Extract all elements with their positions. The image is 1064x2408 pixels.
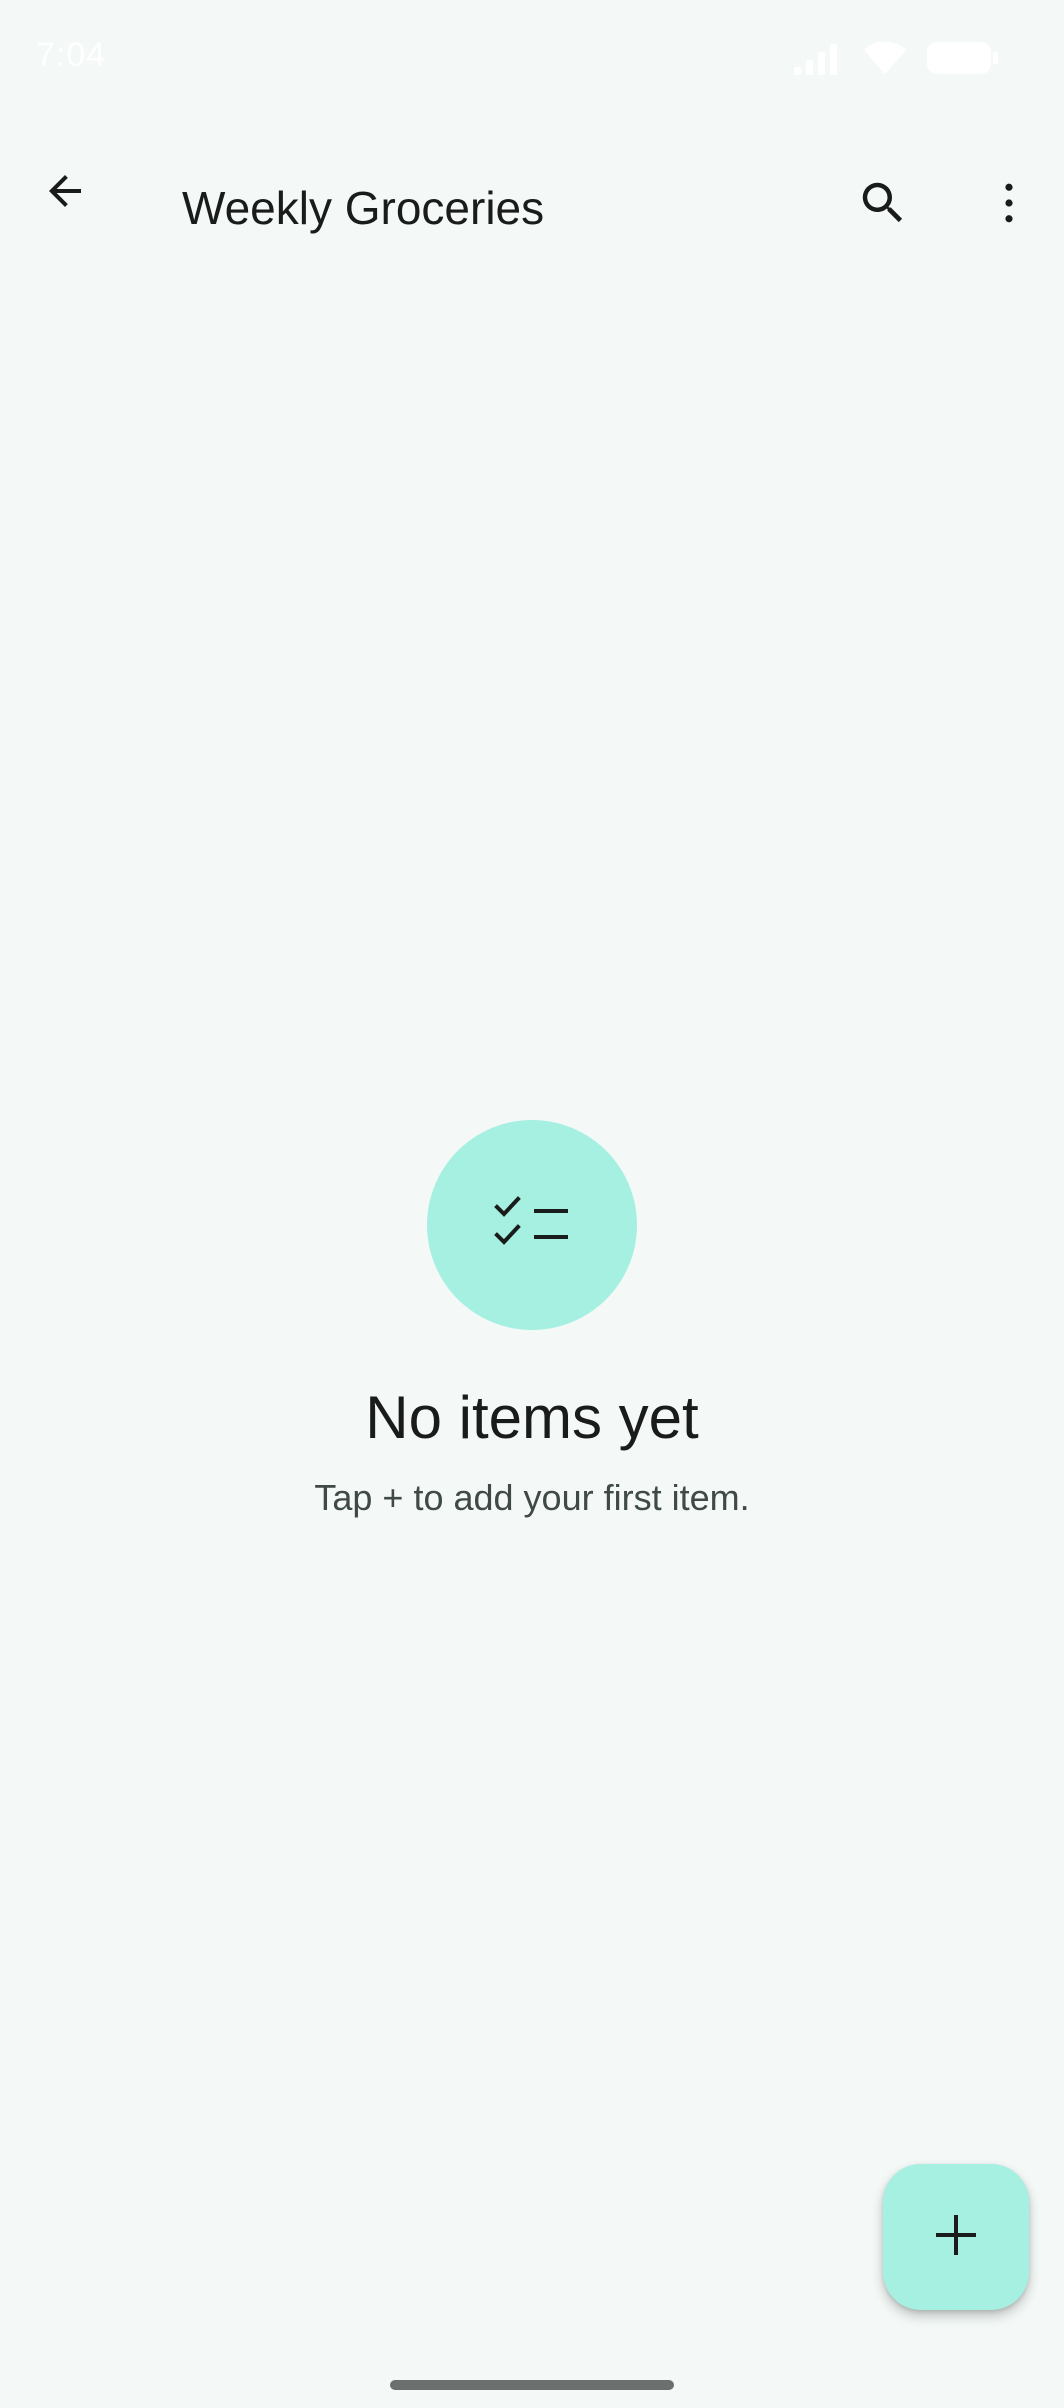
- search-button[interactable]: [838, 160, 928, 250]
- more-options-button[interactable]: [964, 160, 1054, 250]
- back-button[interactable]: [20, 148, 110, 238]
- wifi-icon: [862, 40, 908, 76]
- signal-icon: [792, 41, 844, 75]
- search-icon: [856, 176, 910, 235]
- empty-state: No items yet Tap + to add your first ite…: [0, 1120, 1064, 1520]
- empty-state-subtitle: Tap + to add your first item.: [314, 1477, 750, 1518]
- status-time: 7:04: [36, 36, 107, 74]
- page-title: Weekly Groceries: [182, 182, 545, 234]
- status-icons: [792, 40, 1000, 76]
- plus-icon: [934, 2213, 978, 2262]
- arrow-back-icon: [41, 167, 89, 220]
- empty-state-title: No items yet: [365, 1384, 699, 1451]
- more-vert-icon: [982, 176, 1036, 235]
- screen: 7:04 Weekly Groceries No items yet Tap +…: [0, 0, 1064, 2408]
- add-item-fab[interactable]: [883, 2164, 1029, 2310]
- checklist-icon: [494, 1195, 570, 1256]
- empty-state-illustration: [427, 1120, 637, 1330]
- gesture-navigation-bar[interactable]: [390, 2380, 674, 2390]
- battery-icon: [926, 40, 1000, 76]
- status-bar: 7:04: [0, 0, 1064, 120]
